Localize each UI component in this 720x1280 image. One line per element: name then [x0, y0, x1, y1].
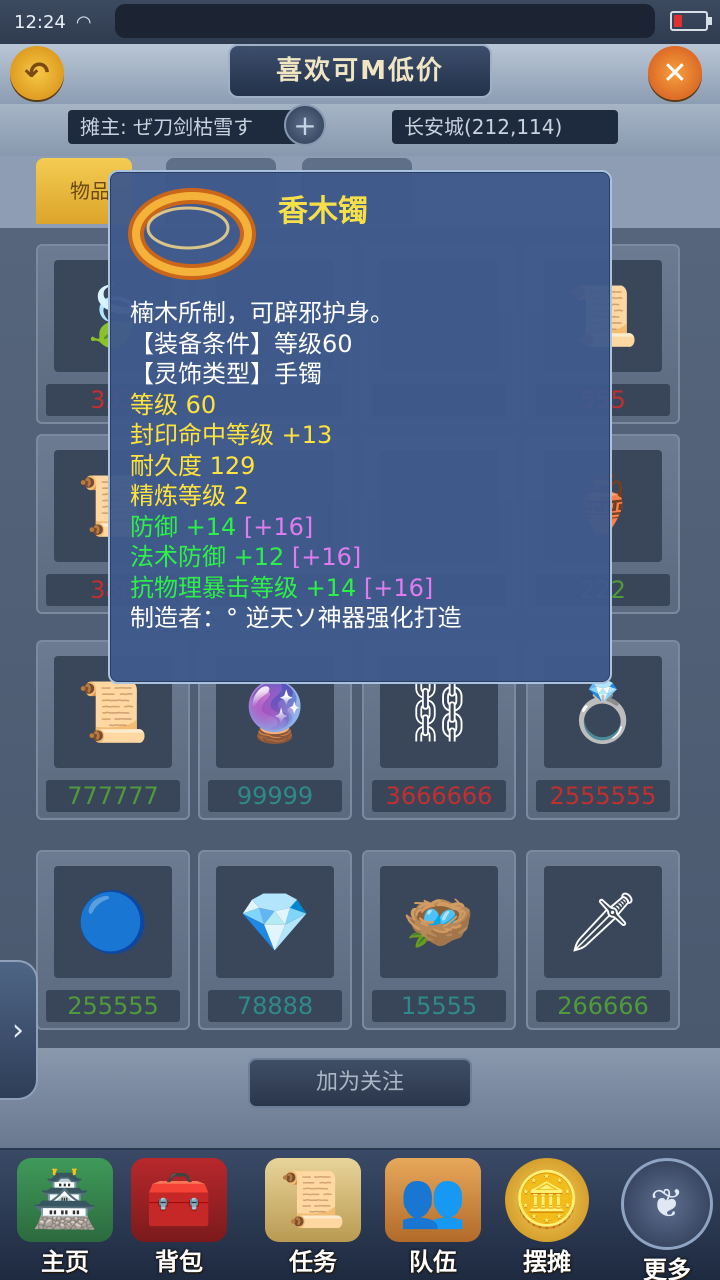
back-arrow-icon: ↶ — [24, 55, 50, 91]
item-cell[interactable]: 🔵 255555 — [36, 850, 190, 1030]
chevron-right-icon: › — [12, 1012, 24, 1048]
spear-icon: 🗡 — [544, 866, 662, 978]
item-price: 15555 — [372, 990, 506, 1022]
tooltip-segment: 耐久度 129 — [130, 451, 256, 480]
nav-bag[interactable]: 🧰 背包 — [124, 1158, 234, 1280]
tooltip-segment: 防御 +14 — [130, 512, 244, 541]
tooltip-line: 制造者：° 逆天ソ神器强化打造 — [130, 603, 600, 634]
tooltip-line: 抗物理暴击等级 +14 [+16] — [130, 573, 600, 604]
item-cell[interactable]: 💎 78888 — [198, 850, 352, 1030]
tooltip-segment: 【灵饰类型】手镯 — [130, 360, 322, 388]
nav-team-label: 队伍 — [409, 1248, 457, 1276]
crystal-icon: 💎 — [216, 866, 334, 978]
status-bar: 12:24 ◠ — [0, 0, 720, 44]
pearl-icon: 🔵 — [54, 866, 172, 978]
nav-bag-label: 背包 — [155, 1248, 203, 1276]
close-button[interactable]: ✕ — [648, 46, 702, 100]
tooltip-line: 封印命中等级 +13 — [130, 420, 600, 451]
back-button[interactable]: ↶ — [10, 46, 64, 100]
tooltip-segment: 精炼等级 2 — [130, 482, 249, 510]
plus-icon: + — [293, 108, 317, 142]
item-price: 266666 — [536, 990, 670, 1022]
battery-icon — [670, 11, 712, 31]
team-figures-icon: 👥 — [385, 1158, 481, 1242]
item-tooltip: 香木镯 楠木所制，可辟邪护身。 【装备条件】等级60 【灵饰类型】手镯 等级 60 封印… — [108, 170, 612, 684]
item-cell[interactable]: 🗡 266666 — [526, 850, 680, 1030]
nav-task[interactable]: 📜 任务 — [258, 1158, 368, 1280]
treasure-chest-icon: 🧰 — [131, 1158, 227, 1242]
close-icon: ✕ — [662, 55, 688, 91]
tooltip-line: 防御 +14 [+16] — [130, 512, 600, 543]
tooltip-segment: 封印命中等级 +13 — [130, 421, 333, 449]
status-time: 12:24 — [14, 11, 66, 33]
nav-home[interactable]: 🏯 主页 — [10, 1158, 120, 1280]
nav-stall[interactable]: 🪙 摆摊 — [492, 1158, 602, 1280]
item-price: 2555555 — [536, 780, 670, 812]
item-price: 3666666 — [372, 780, 506, 812]
wifi-icon: ◠ — [75, 11, 92, 33]
tooltip-segment: 制造者：° 逆天ソ神器强化打造 — [130, 604, 462, 632]
tooltip-segment: [+16] — [243, 512, 314, 541]
tooltip-line: 【灵饰类型】手镯 — [130, 359, 600, 390]
stall-location: 长安城(212,114) — [392, 110, 618, 144]
follow-button[interactable]: 加为关注 — [248, 1058, 472, 1108]
item-name: 香木镯 — [278, 194, 368, 229]
tooltip-line: 精炼等级 2 — [130, 481, 600, 512]
tooltip-segment: [+16] — [363, 573, 434, 602]
tooltip-line: 耐久度 129 — [130, 451, 600, 482]
item-description: 楠木所制，可辟邪护身。 【装备条件】等级60 【灵饰类型】手镯 等级 60 封印命中等级… — [130, 298, 600, 634]
tooltip-segment: 法术防御 +12 — [130, 543, 292, 571]
tab-items-label: 物品 — [70, 179, 110, 203]
stall-owner: 摊主: ぜ刀剑枯雪す — [68, 110, 298, 144]
page-title: 喜欢可M低价 — [228, 44, 492, 98]
coin-icon: 🪙 — [505, 1158, 589, 1242]
tooltip-segment: 抗物理暴击等级 +14 — [130, 573, 364, 602]
nav-more-label: 更多 — [643, 1256, 691, 1280]
tooltip-line: 法术防御 +12 [+16] — [130, 542, 600, 573]
item-price: 78888 — [208, 990, 342, 1022]
add-friend-button[interactable]: + — [284, 104, 326, 146]
nav-task-label: 任务 — [289, 1248, 337, 1276]
status-pill — [115, 4, 655, 38]
cloud-swirl-icon: ❦ — [621, 1158, 713, 1250]
item-price: 99999 — [208, 780, 342, 812]
item-price: 777777 — [46, 780, 180, 812]
tooltip-segment: 【装备条件】等级60 — [130, 329, 353, 358]
tooltip-line: 楠木所制，可辟邪护身。 — [130, 298, 600, 329]
nav-home-label: 主页 — [41, 1248, 89, 1276]
item-cell[interactable]: 🪺 15555 — [362, 850, 516, 1030]
side-expand-button[interactable]: › — [0, 960, 38, 1100]
nav-more[interactable]: ❦ 更多 — [612, 1158, 720, 1280]
tooltip-segment: [+16] — [291, 543, 362, 571]
item-price: 255555 — [46, 990, 180, 1022]
nav-stall-label: 摆摊 — [523, 1248, 571, 1276]
nav-team[interactable]: 👥 队伍 — [378, 1158, 488, 1280]
tooltip-segment: 楠木所制，可辟邪护身。 — [130, 299, 394, 327]
pavilion-icon: 🏯 — [17, 1158, 113, 1242]
scroll-icon: 📜 — [265, 1158, 361, 1242]
tooltip-line: 等级 60 — [130, 390, 600, 421]
ring-icon — [128, 188, 256, 280]
nest-icon: 🪺 — [380, 866, 498, 978]
tooltip-line: 【装备条件】等级60 — [130, 329, 600, 360]
tooltip-segment: 等级 60 — [130, 390, 217, 419]
